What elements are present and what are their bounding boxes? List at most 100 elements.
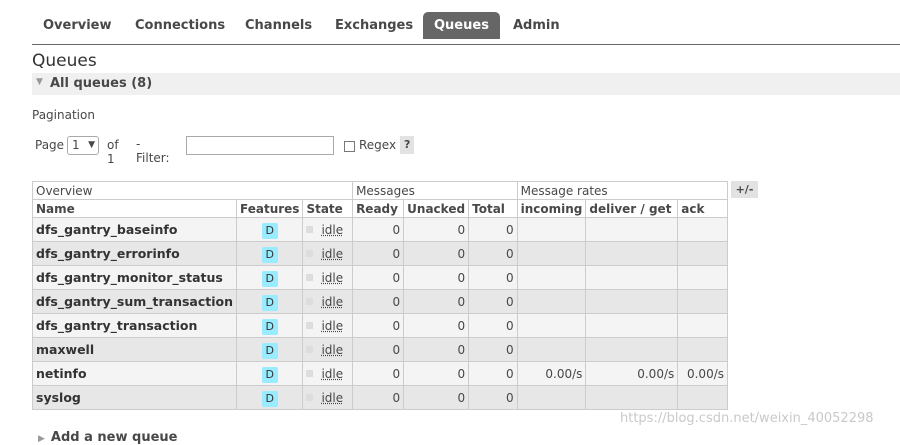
tab-exchanges[interactable]: Exchanges — [324, 12, 424, 39]
deliver-rate — [585, 265, 679, 290]
incoming-rate — [516, 337, 587, 362]
deliver-rate — [585, 289, 679, 314]
tab-channels[interactable]: Channels — [234, 12, 323, 39]
table-row: netinfo D idle 0 0 0 0.00/s 0.00/s 0.00/… — [31, 361, 728, 386]
total-value: 0 — [468, 289, 518, 314]
unacked-value: 0 — [403, 217, 470, 242]
unacked-value: 0 — [403, 265, 470, 290]
incoming-rate — [516, 385, 587, 410]
unacked-value: 0 — [403, 241, 470, 266]
deliver-rate — [585, 217, 679, 242]
col-total[interactable]: Total — [468, 199, 518, 218]
state-value: idle — [321, 246, 344, 261]
ready-value: 0 — [352, 217, 405, 242]
deliver-rate: 0.00/s — [585, 361, 679, 386]
table-row: dfs_gantry_baseinfo D idle 0 0 0 — [31, 217, 728, 242]
durable-badge: D — [261, 271, 278, 287]
queue-name-link[interactable]: syslog — [31, 385, 238, 410]
watermark: https://blog.csdn.net/weixin_40052298 — [620, 411, 874, 426]
total-value: 0 — [468, 337, 518, 362]
page-select[interactable]: 1 ▼ — [67, 136, 99, 155]
queue-name-link[interactable]: netinfo — [31, 361, 238, 386]
total-value: 0 — [468, 241, 518, 266]
tab-overview[interactable]: Overview — [32, 12, 123, 39]
ack-rate — [677, 217, 728, 242]
ready-value: 0 — [352, 361, 405, 386]
ready-value: 0 — [352, 337, 405, 362]
chevron-down-icon: ▼ — [88, 140, 95, 150]
deliver-rate — [585, 385, 679, 410]
durable-badge: D — [261, 319, 278, 335]
deliver-rate — [585, 241, 679, 266]
unacked-value: 0 — [403, 361, 470, 386]
deliver-rate — [585, 337, 679, 362]
col-ack[interactable]: ack — [677, 199, 728, 218]
queue-name-link[interactable]: dfs_gantry_monitor_status — [31, 265, 238, 290]
col-deliver-get[interactable]: deliver / get — [585, 199, 679, 218]
of-pages-label: of 1 — [107, 138, 119, 166]
table-row: dfs_gantry_sum_transaction D idle 0 0 0 — [31, 289, 728, 314]
state-indicator-icon — [306, 225, 314, 233]
tab-connections[interactable]: Connections — [124, 12, 236, 39]
table-row: dfs_gantry_monitor_status D idle 0 0 0 — [31, 265, 728, 290]
page-title: Queues — [32, 51, 97, 71]
group-messages: Messages — [352, 181, 518, 200]
state-value: idle — [321, 294, 344, 309]
queue-name-link[interactable]: dfs_gantry_errorinfo — [31, 241, 238, 266]
ack-rate — [677, 241, 728, 266]
all-queues-section-toggle[interactable]: ▼ All queues (8) — [32, 73, 900, 95]
col-unacked[interactable]: Unacked — [403, 199, 470, 218]
state-value: idle — [321, 270, 344, 285]
group-message-rates: Message rates — [516, 181, 729, 200]
durable-badge: D — [261, 247, 278, 263]
state-indicator-icon — [306, 321, 314, 329]
incoming-rate — [516, 265, 587, 290]
queue-name-link[interactable]: dfs_gantry_baseinfo — [31, 217, 238, 242]
tab-admin[interactable]: Admin — [502, 12, 571, 39]
incoming-rate: 0.00/s — [516, 361, 587, 386]
ready-value: 0 — [352, 265, 405, 290]
ack-rate — [677, 313, 728, 338]
queue-name-link[interactable]: maxwell — [31, 337, 238, 362]
col-state[interactable]: State — [302, 199, 354, 218]
group-overview: Overview — [31, 181, 354, 200]
regex-label: Regex — [359, 138, 397, 152]
total-value: 0 — [468, 313, 518, 338]
state-indicator-icon — [306, 393, 314, 401]
pagination-label: Pagination — [32, 108, 95, 122]
table-row: syslog D idle 0 0 0 — [31, 385, 728, 410]
column-toggle-button[interactable]: +/- — [731, 181, 758, 198]
col-ready[interactable]: Ready — [352, 199, 405, 218]
unacked-value: 0 — [403, 289, 470, 314]
col-name[interactable]: Name — [31, 199, 238, 218]
table-row: dfs_gantry_transaction D idle 0 0 0 — [31, 313, 728, 338]
ready-value: 0 — [352, 289, 405, 314]
state-value: idle — [321, 366, 344, 381]
incoming-rate — [516, 289, 587, 314]
regex-help-button[interactable]: ? — [400, 136, 415, 154]
state-value: idle — [321, 318, 344, 333]
ready-value: 0 — [352, 241, 405, 266]
col-features: Features — [236, 199, 304, 218]
queue-name-link[interactable]: dfs_gantry_transaction — [31, 313, 238, 338]
expand-triangle-icon: ▶ — [38, 434, 45, 444]
queue-name-link[interactable]: dfs_gantry_sum_transaction — [31, 289, 238, 314]
table-row: dfs_gantry_errorinfo D idle 0 0 0 — [31, 241, 728, 266]
page-select-value: 1 — [72, 138, 80, 152]
total-value: 0 — [468, 385, 518, 410]
regex-checkbox[interactable] — [344, 141, 355, 152]
ack-rate: 0.00/s — [677, 361, 728, 386]
collapse-triangle-icon: ▼ — [36, 77, 43, 87]
unacked-value: 0 — [403, 313, 470, 338]
state-indicator-icon — [306, 297, 314, 305]
col-incoming[interactable]: incoming — [516, 199, 587, 218]
ack-rate — [677, 289, 728, 314]
filter-input[interactable] — [186, 136, 334, 155]
state-indicator-icon — [306, 345, 314, 353]
unacked-value: 0 — [403, 385, 470, 410]
unacked-value: 0 — [403, 337, 470, 362]
section-title: All queues (8) — [50, 76, 153, 91]
tab-queues[interactable]: Queues — [423, 12, 500, 39]
durable-badge: D — [261, 223, 278, 239]
total-value: 0 — [468, 265, 518, 290]
